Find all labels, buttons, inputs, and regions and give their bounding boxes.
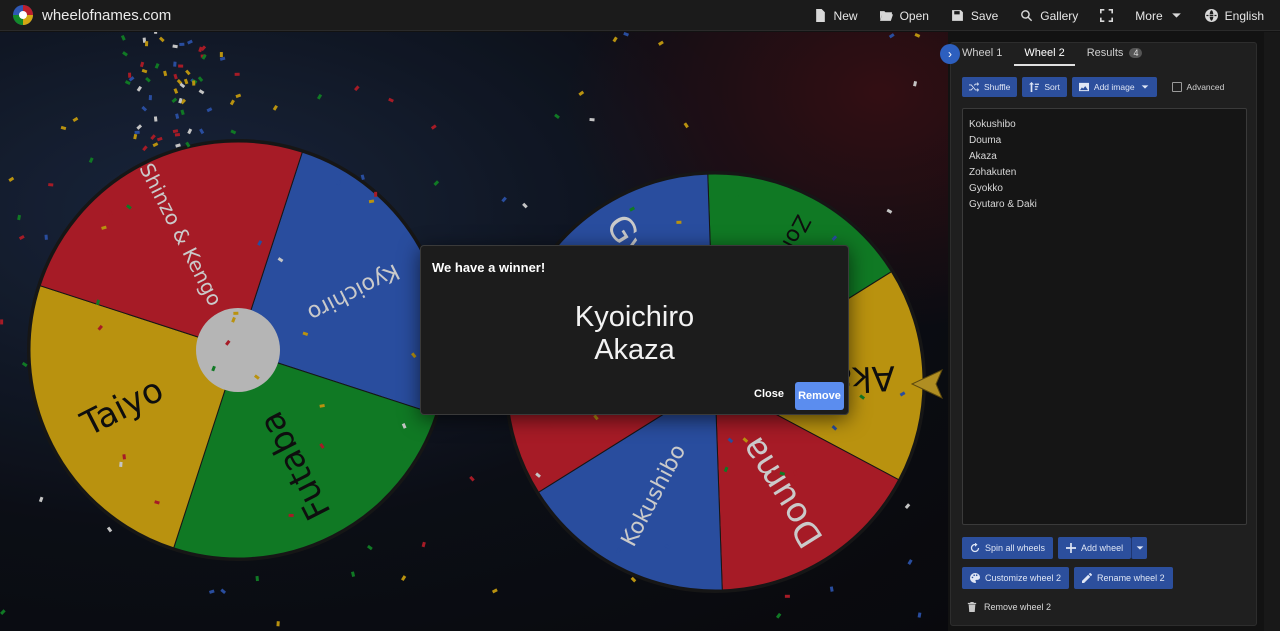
winner-name: Akaza [594,334,675,366]
winner-name: Kyoichiro [574,301,695,333]
chevron-down-icon [1141,85,1148,89]
floppy-icon [952,10,963,21]
refresh-icon [970,543,980,553]
nav-language[interactable]: English [1204,8,1264,23]
tab-results[interactable]: Results 4 [1087,44,1153,66]
chevron-down-icon [1171,13,1181,18]
brand[interactable]: wheelofnames.com [12,4,171,26]
entries-textarea[interactable]: Kokushibo Douma Akaza Zohakuten Gyokko G… [962,108,1247,525]
add-wheel-split: Add wheel [1058,537,1148,559]
tab-results-label: Results [1086,47,1124,59]
nav-fullscreen[interactable] [1100,9,1114,22]
list-item: Akaza [969,151,997,162]
customize-wheel-button[interactable]: Customize wheel 2 [962,567,1070,589]
file-icon [815,9,825,22]
chevron-down-icon [1136,546,1143,550]
top-nav: New Open Save Gallery More English [814,0,1264,31]
shuffle-button[interactable]: Shuffle [962,77,1018,97]
list-item: Zohakuten [969,167,1017,178]
top-bar: wheelofnames.com New Open Save Gallery M… [0,0,1280,31]
sort-icon [1029,82,1040,92]
fullscreen-icon [1100,9,1114,22]
search-icon [1021,10,1033,22]
results-count-badge: 4 [1129,48,1143,58]
nav-gallery-label: Gallery [1040,8,1079,23]
nav-save-label: Save [970,8,999,23]
dialog-title: We have a winner! [432,260,546,275]
wheel-actions: Spin all wheels Add wheel Customize whee… [962,537,1247,625]
rename-label: Rename wheel 2 [1097,573,1165,583]
winner-dialog: We have a winner! Kyoichiro Akaza Close … [420,245,849,415]
remove-button[interactable]: Remove [795,382,844,410]
list-item: Gyutaro & Daki [969,199,1037,210]
nav-new-label: New [833,8,858,23]
sort-button[interactable]: Sort [1022,77,1067,97]
chevron-right-icon: › [948,47,952,61]
globe-icon [1204,9,1218,22]
add-wheel-label: Add wheel [1081,543,1124,553]
trash-icon [967,602,977,612]
tab-wheel-2[interactable]: Wheel 2 [1014,44,1075,66]
add-image-label: Add image [1093,82,1135,92]
brand-name: wheelofnames.com [42,6,172,24]
sort-label: Sort [1044,82,1060,92]
entries-toolbar: Shuffle Sort Add image Advanced [962,77,1224,97]
list-item: Gyokko [969,183,1003,194]
advanced-checkbox[interactable]: Advanced [1171,82,1225,92]
advanced-checkbox-box[interactable] [1171,82,1182,92]
image-icon [1078,82,1089,92]
add-wheel-dropdown[interactable] [1131,537,1148,559]
nav-language-label: English [1224,8,1264,23]
nav-new[interactable]: New [814,9,858,23]
plus-icon [1066,543,1077,553]
folder-open-icon [879,11,893,21]
nav-save[interactable]: Save [951,9,998,23]
tab-wheel-1[interactable]: Wheel 1 [962,44,1012,66]
collapse-panel-button[interactable]: › [940,44,960,64]
page-scrollbar[interactable] [1264,32,1280,631]
nav-more-label: More [1135,8,1163,23]
add-wheel-button[interactable]: Add wheel [1058,537,1132,559]
nav-gallery[interactable]: Gallery [1020,9,1078,23]
spin-all-label: Spin all wheels [985,543,1046,553]
nav-open[interactable]: Open [879,8,929,23]
nav-open-label: Open [899,8,929,23]
remove-wheel-label: Remove wheel 2 [984,602,1052,612]
close-button[interactable]: Close [754,388,784,400]
pencil-icon [1082,573,1093,583]
list-item: Kokushibo [969,119,1016,130]
list-item: Douma [969,135,1002,146]
shuffle-label: Shuffle [984,82,1011,92]
remove-wheel-button[interactable]: Remove wheel 2 [962,597,1051,617]
customize-label: Customize wheel 2 [985,573,1062,583]
add-image-button[interactable]: Add image [1071,77,1157,97]
palette-icon [970,573,980,583]
panel-tabs: Wheel 1 Wheel 2 Results 4 [962,44,1164,66]
nav-more[interactable]: More [1135,9,1182,23]
logo-icon [13,5,33,25]
rename-wheel-button[interactable]: Rename wheel 2 [1074,567,1173,589]
shuffle-icon [969,82,979,92]
winner-names: Kyoichiro Akaza [421,301,848,367]
spin-all-wheels-button[interactable]: Spin all wheels [962,537,1054,559]
advanced-label: Advanced [1186,82,1225,92]
